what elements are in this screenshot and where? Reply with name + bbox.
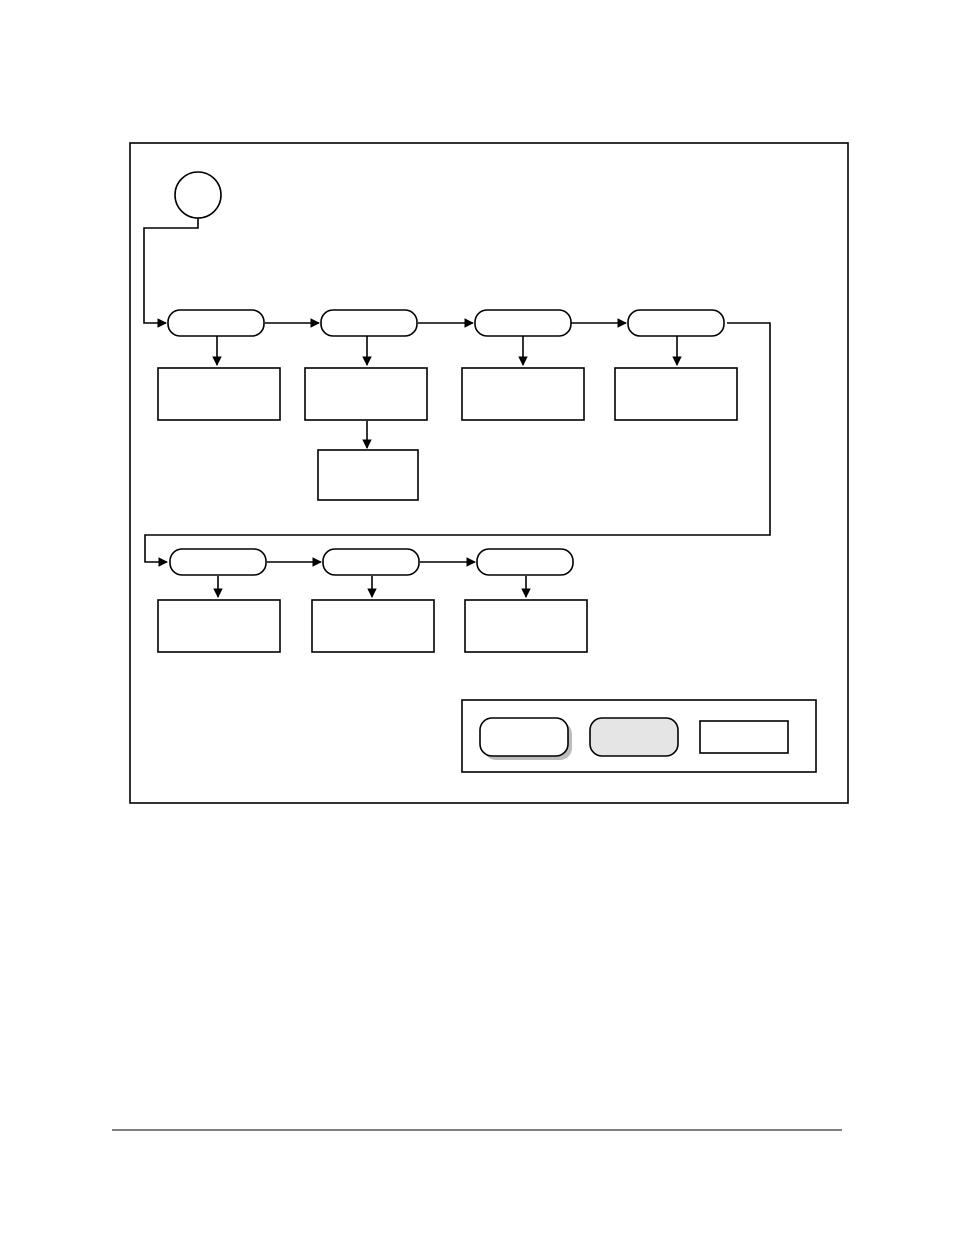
process-node: [477, 549, 573, 575]
detail-box: [615, 368, 737, 420]
legend-white-rounded: [480, 718, 568, 756]
detail-box: [318, 450, 418, 500]
process-node: [323, 549, 419, 575]
process-node: [475, 310, 571, 336]
legend-plain-rect: [700, 721, 788, 753]
process-node: [321, 310, 417, 336]
detail-box: [158, 600, 280, 652]
detail-box: [465, 600, 587, 652]
detail-box: [312, 600, 434, 652]
process-node: [170, 549, 266, 575]
detail-box: [462, 368, 584, 420]
legend-grey-rounded: [590, 718, 678, 756]
process-node: [628, 310, 724, 336]
detail-box: [305, 368, 427, 420]
process-node: [168, 310, 264, 336]
start-node: [175, 172, 221, 218]
detail-box: [158, 368, 280, 420]
